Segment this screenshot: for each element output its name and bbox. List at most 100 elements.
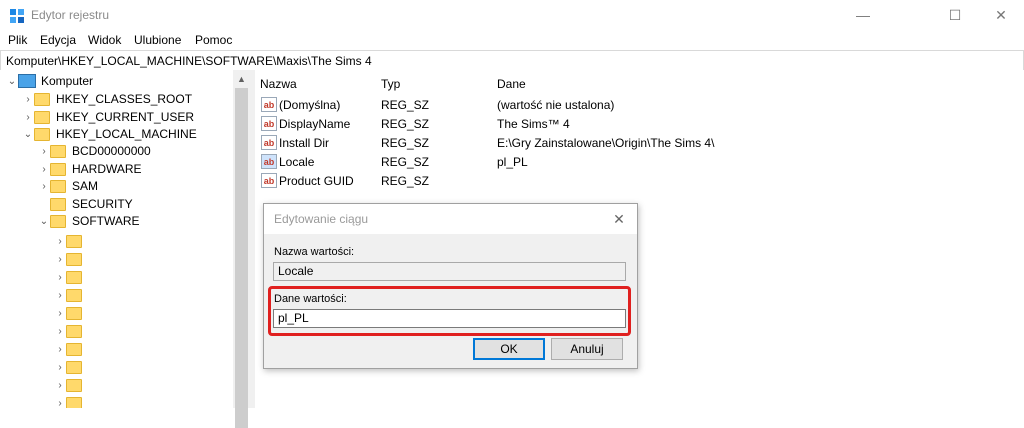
value-name-field: Locale xyxy=(273,262,626,281)
tree-item-komputer[interactable]: ⌄ Komputer xyxy=(6,72,93,90)
chevron-right-icon[interactable]: › xyxy=(22,94,34,105)
value-data: E:\Gry Zainstalowane\Origin\The Sims 4\ xyxy=(497,136,715,150)
menu-plik[interactable]: Plik xyxy=(8,33,27,47)
maximize-button[interactable]: ☐ xyxy=(932,0,978,30)
scroll-up-icon[interactable]: ▲ xyxy=(233,70,250,87)
value-data: The Sims™ 4 xyxy=(497,117,570,131)
value-data: pl_PL xyxy=(497,155,528,169)
minimize-button[interactable]: — xyxy=(840,0,886,30)
value-type: REG_SZ xyxy=(381,155,430,169)
table-row[interactable]: ab DisplayName REG_SZ The Sims™ 4 xyxy=(255,115,1015,134)
chevron-right-icon[interactable]: › xyxy=(54,308,66,319)
registry-app-icon xyxy=(10,9,24,23)
tree-subitem[interactable]: › xyxy=(54,394,88,408)
tree-subitem[interactable]: › xyxy=(54,304,88,322)
value-name: (Domyślna) xyxy=(279,98,341,112)
tree-subitem[interactable]: › xyxy=(54,268,88,286)
chevron-right-icon[interactable]: › xyxy=(54,290,66,301)
string-value-icon: ab xyxy=(261,154,277,169)
string-value-icon: ab xyxy=(261,135,277,150)
chevron-right-icon[interactable]: › xyxy=(54,344,66,355)
tree-item-label: HKEY_CURRENT_USER xyxy=(56,110,195,124)
column-header-name[interactable]: Nazwa xyxy=(260,77,297,91)
folder-icon xyxy=(66,288,82,302)
column-header-type[interactable]: Typ xyxy=(381,77,400,91)
value-data-input[interactable]: pl_PL xyxy=(273,309,626,328)
table-row[interactable]: ab (Domyślna) REG_SZ (wartość nie ustalo… xyxy=(255,96,1015,115)
chevron-down-icon[interactable]: ⌄ xyxy=(6,76,18,87)
chevron-right-icon[interactable]: › xyxy=(22,112,34,123)
folder-icon xyxy=(34,110,50,124)
scrollbar-thumb[interactable] xyxy=(235,88,248,428)
value-type: REG_SZ xyxy=(381,136,430,150)
chevron-right-icon[interactable]: › xyxy=(54,272,66,283)
folder-icon xyxy=(50,179,66,193)
menu-pomoc[interactable]: Pomoc xyxy=(195,33,232,47)
chevron-right-icon[interactable]: › xyxy=(54,326,66,337)
string-value-icon: ab xyxy=(261,116,277,131)
folder-icon xyxy=(50,214,66,228)
chevron-right-icon[interactable]: › xyxy=(54,362,66,373)
folder-icon xyxy=(34,92,50,106)
chevron-down-icon[interactable]: ⌄ xyxy=(38,216,50,227)
tree-subitem[interactable]: › xyxy=(54,340,88,358)
tree-subitem[interactable]: › xyxy=(54,250,88,268)
tree-subitem[interactable]: › xyxy=(54,232,88,250)
folder-icon xyxy=(50,162,66,176)
menu-edycja[interactable]: Edycja xyxy=(40,33,76,47)
close-button[interactable]: ✕ xyxy=(978,0,1024,30)
chevron-right-icon[interactable]: › xyxy=(38,146,50,157)
folder-icon xyxy=(66,306,82,320)
string-value-icon: ab xyxy=(261,173,277,188)
folder-icon xyxy=(66,252,82,266)
dialog-title: Edytowanie ciągu xyxy=(274,212,369,226)
chevron-right-icon[interactable]: › xyxy=(54,398,66,409)
tree-item-hklm[interactable]: ⌄ HKEY_LOCAL_MACHINE xyxy=(22,125,197,143)
menu-bar: Plik Edycja Widok Ulubione Pomoc xyxy=(0,30,1024,50)
tree-scrollbar[interactable]: ▲ xyxy=(233,70,250,428)
column-header-data[interactable]: Dane xyxy=(497,77,526,91)
tree-item-label: HARDWARE xyxy=(72,162,142,176)
table-row[interactable]: ab Product GUID REG_SZ xyxy=(255,172,1015,191)
computer-icon xyxy=(18,74,36,88)
tree-item-hardware[interactable]: › HARDWARE xyxy=(38,160,142,178)
value-name: Install Dir xyxy=(279,136,330,150)
tree-item-hkcr[interactable]: › HKEY_CLASSES_ROOT xyxy=(22,90,192,108)
value-type: REG_SZ xyxy=(381,174,430,188)
menu-widok[interactable]: Widok xyxy=(88,33,121,47)
dialog-title-bar: Edytowanie ciągu ✕ xyxy=(264,204,637,234)
table-row-selected[interactable]: ab Locale REG_SZ pl_PL xyxy=(255,153,1015,172)
ok-button[interactable]: OK xyxy=(473,338,545,360)
folder-icon xyxy=(66,360,82,374)
tree-item-software[interactable]: ⌄ SOFTWARE xyxy=(38,212,140,230)
tree-item-hkcu[interactable]: › HKEY_CURRENT_USER xyxy=(22,108,194,126)
tree-item-sam[interactable]: › SAM xyxy=(38,177,98,195)
table-row[interactable]: ab Install Dir REG_SZ E:\Gry Zainstalowa… xyxy=(255,134,1015,153)
tree-pane[interactable]: ⌄ Komputer › HKEY_CLASSES_ROOT › HKEY_CU… xyxy=(0,70,250,408)
chevron-right-icon[interactable]: › xyxy=(38,181,50,192)
folder-icon xyxy=(66,324,82,338)
dialog-close-icon[interactable]: ✕ xyxy=(609,209,629,229)
tree-subitem[interactable]: › xyxy=(54,286,88,304)
chevron-right-icon[interactable]: › xyxy=(54,236,66,247)
value-name-label: Nazwa wartości: xyxy=(274,246,355,258)
chevron-right-icon[interactable]: › xyxy=(54,254,66,265)
chevron-right-icon[interactable]: › xyxy=(38,164,50,175)
cancel-button[interactable]: Anuluj xyxy=(551,338,623,360)
tree-item-bcd[interactable]: › BCD00000000 xyxy=(38,142,151,160)
tree-subitem[interactable]: › xyxy=(54,376,88,394)
value-name: Product GUID xyxy=(279,174,354,188)
tree-item-label: Komputer xyxy=(41,74,94,88)
chevron-down-icon[interactable]: ⌄ xyxy=(22,129,34,140)
tree-item-label: BCD00000000 xyxy=(72,144,151,158)
address-bar[interactable]: Komputer\HKEY_LOCAL_MACHINE\SOFTWARE\Max… xyxy=(0,50,1024,71)
tree-subitem[interactable]: › xyxy=(54,322,88,340)
tree-item-security[interactable]: SECURITY xyxy=(38,195,133,213)
tree-subitem[interactable]: › xyxy=(54,358,88,376)
value-name: Locale xyxy=(279,155,315,169)
folder-icon xyxy=(66,396,82,408)
chevron-right-icon[interactable]: › xyxy=(54,380,66,391)
menu-ulubione[interactable]: Ulubione xyxy=(134,33,181,47)
tree-item-label: SOFTWARE xyxy=(72,214,140,228)
tree-item-label: HKEY_CLASSES_ROOT xyxy=(56,92,193,106)
